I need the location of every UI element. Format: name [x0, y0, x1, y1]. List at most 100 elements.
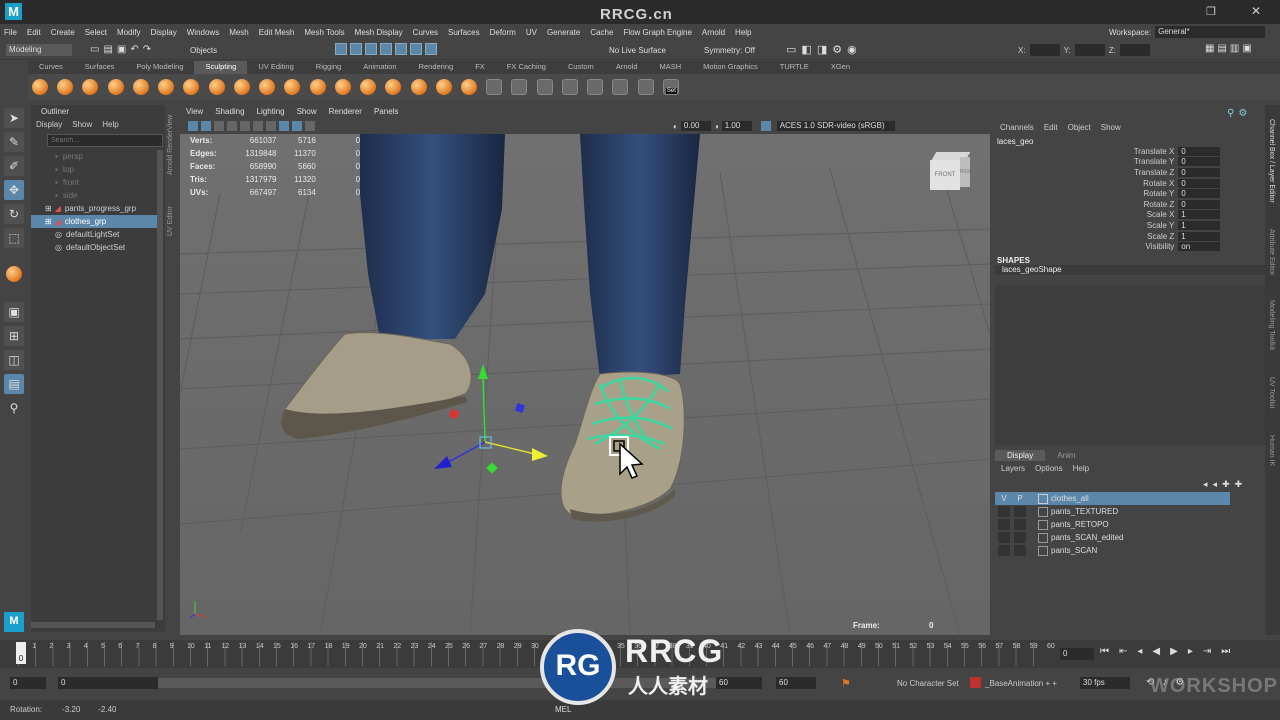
layer-color-icon[interactable] — [1038, 506, 1048, 517]
close-icon[interactable]: ✕ — [1251, 4, 1261, 18]
menu-edit[interactable]: Edit — [27, 28, 41, 37]
outliner-vertical-scrollbar[interactable] — [157, 150, 163, 620]
layer-row[interactable]: pants_SCAN_edited — [995, 531, 1230, 544]
viewport-menu-panels[interactable]: Panels — [374, 107, 398, 119]
bulge-brush-icon[interactable] — [410, 79, 427, 95]
channelbox-menu-channels[interactable]: Channels — [1000, 123, 1034, 132]
knife-brush-icon[interactable] — [360, 79, 377, 95]
color-management-icon[interactable] — [760, 121, 771, 131]
layer-row[interactable]: pants_SCAN — [995, 544, 1230, 557]
shape-name[interactable]: laces_geoShape — [995, 265, 1265, 275]
uv-editor-side-tab[interactable]: UV Editor — [167, 206, 174, 236]
image-plane-icon[interactable] — [227, 121, 237, 131]
outliner-item-front[interactable]: ▪ front — [31, 176, 157, 189]
exposure-field[interactable]: 0.00 — [680, 121, 711, 131]
x-field[interactable] — [1029, 44, 1060, 56]
outliner-search-input[interactable] — [47, 134, 163, 147]
outliner-menu-help[interactable]: Help — [102, 120, 118, 129]
channel-scale-z[interactable]: Scale Z1 — [950, 231, 1220, 242]
rotate-tool-icon[interactable]: ↻ — [4, 204, 24, 224]
layer-color-icon[interactable] — [1038, 545, 1048, 556]
maya-home-icon[interactable]: M — [4, 612, 24, 632]
channel-rotate-z[interactable]: Rotate Z0 — [950, 199, 1220, 210]
outliner-item-clothes-grp[interactable]: ⊞ ◢ clothes_grp — [31, 215, 157, 228]
anim-layer-icon[interactable] — [970, 677, 981, 688]
move-layer-down-icon[interactable]: ◂ — [1213, 479, 1218, 490]
scale-tool-icon[interactable]: ⬚ — [4, 228, 24, 248]
viewport-menu-show[interactable]: Show — [297, 107, 317, 119]
shelf-tab-motion-graphics[interactable]: Motion Graphics — [692, 61, 769, 74]
wax-brush-icon[interactable] — [284, 79, 301, 95]
menu-curves[interactable]: Curves — [413, 28, 438, 37]
imprint-brush-icon[interactable] — [259, 79, 276, 95]
menu-help[interactable]: Help — [735, 28, 751, 37]
channel-translate-z[interactable]: Translate Z0 — [950, 167, 1220, 178]
vtab-uv-toolkit[interactable]: UV Toolkit — [1268, 377, 1275, 408]
vtab-attribute-editor[interactable]: Attribute Editor — [1268, 229, 1275, 275]
layer-color-icon[interactable] — [1038, 532, 1048, 543]
menu-create[interactable]: Create — [51, 28, 75, 37]
channel-scale-x[interactable]: Scale X1 — [950, 210, 1220, 221]
smear-brush-icon[interactable] — [385, 79, 402, 95]
set-icon[interactable]: Set — [662, 79, 679, 95]
channelbox-menu-edit[interactable]: Edit — [1044, 123, 1058, 132]
shelf-tab-fx[interactable]: FX — [464, 61, 496, 74]
snap-curve-icon[interactable] — [350, 43, 362, 55]
gamma-field[interactable]: 1.00 — [721, 121, 752, 131]
snap-plane-icon[interactable] — [380, 43, 392, 55]
foamy-brush-icon[interactable] — [183, 79, 200, 95]
flatten-brush-icon[interactable] — [158, 79, 175, 95]
viewport-panel[interactable]: View Shading Lighting Show Renderer Pane… — [180, 107, 990, 635]
menu-uv[interactable]: UV — [526, 28, 537, 37]
layer-row[interactable]: pants_RETOPO — [995, 518, 1230, 531]
viewport-menu-lighting[interactable]: Lighting — [257, 107, 285, 119]
go-to-end-icon[interactable]: ⏭ — [1221, 646, 1230, 657]
shelf-tab-turtle[interactable]: TURTLE — [769, 61, 820, 74]
menu-cache[interactable]: Cache — [590, 28, 613, 37]
layer-tab-display[interactable]: Display — [995, 450, 1046, 461]
outliner-item-default-object-set[interactable]: ◎ defaultObjectSet — [31, 241, 157, 254]
shelf-tab-uv-editing[interactable]: UV Editing — [247, 61, 304, 74]
y-field[interactable] — [1074, 44, 1105, 56]
menu-mesh[interactable]: Mesh — [229, 28, 249, 37]
modeling-toolkit-toggle-icon[interactable]: ▦ — [1205, 43, 1214, 54]
outliner-item-side[interactable]: ▪ side — [31, 189, 157, 202]
single-perspective-layout-icon[interactable]: ▣ — [4, 302, 24, 322]
shelf-tab-mash[interactable]: MASH — [649, 61, 693, 74]
amplify-brush-icon[interactable] — [435, 79, 452, 95]
vtab-channel-box[interactable]: Channel Box / Layer Editor — [1268, 119, 1275, 203]
shelf-tab-curves[interactable]: Curves — [28, 61, 74, 74]
outliner-layout-icon[interactable]: ▤ — [4, 374, 24, 394]
current-frame-field[interactable]: 0 — [1060, 648, 1094, 660]
shelf-tab-rigging[interactable]: Rigging — [305, 61, 352, 74]
channelbox-settings-icon[interactable]: ⚙ — [1238, 108, 1247, 119]
move-layer-up-icon[interactable]: ◂ — [1203, 479, 1208, 490]
shelf-tab-custom[interactable]: Custom — [557, 61, 605, 74]
menu-surfaces[interactable]: Surfaces — [448, 28, 480, 37]
freeze-brush-icon[interactable] — [460, 79, 477, 95]
redo-icon[interactable]: ↷ — [143, 44, 151, 55]
layer-color-icon[interactable] — [1038, 519, 1048, 530]
attribute-editor-toggle-icon[interactable]: ▤ — [1217, 43, 1226, 54]
render-frame-icon[interactable]: ◧ — [801, 43, 811, 56]
step-back-key-icon[interactable]: ⇤ — [1119, 646, 1127, 657]
colorspace-dropdown[interactable]: ACES 1.0 SDR-video (sRGB) — [776, 121, 895, 131]
animation-end-field[interactable]: 60 — [776, 677, 816, 689]
anim-layer-label[interactable]: _BaseAnimation + + — [985, 679, 1057, 688]
current-time-marker[interactable]: 0 — [16, 642, 26, 664]
menu-edit-mesh[interactable]: Edit Mesh — [259, 28, 295, 37]
undo-icon[interactable]: ↶ — [130, 44, 138, 55]
shelf-tab-sculpting[interactable]: Sculpting — [194, 61, 248, 74]
outliner-horizontal-scrollbar[interactable] — [31, 622, 155, 628]
layer-menu-layers[interactable]: Layers — [1001, 464, 1025, 473]
layer-tab-anim[interactable]: Anim — [1045, 450, 1087, 461]
channel-translate-x[interactable]: Translate X0 — [950, 146, 1220, 157]
camera-attributes-icon[interactable] — [201, 121, 211, 131]
camera-icon[interactable] — [536, 79, 553, 95]
outliner-menu-show[interactable]: Show — [72, 120, 92, 129]
fill-brush-icon[interactable] — [334, 79, 351, 95]
outliner-item-top[interactable]: ▪ top — [31, 163, 157, 176]
shelf-tab-xgen[interactable]: XGen — [820, 61, 861, 74]
wireframe-icon[interactable] — [266, 121, 276, 131]
channel-visibility[interactable]: Visibility on — [950, 241, 1220, 252]
